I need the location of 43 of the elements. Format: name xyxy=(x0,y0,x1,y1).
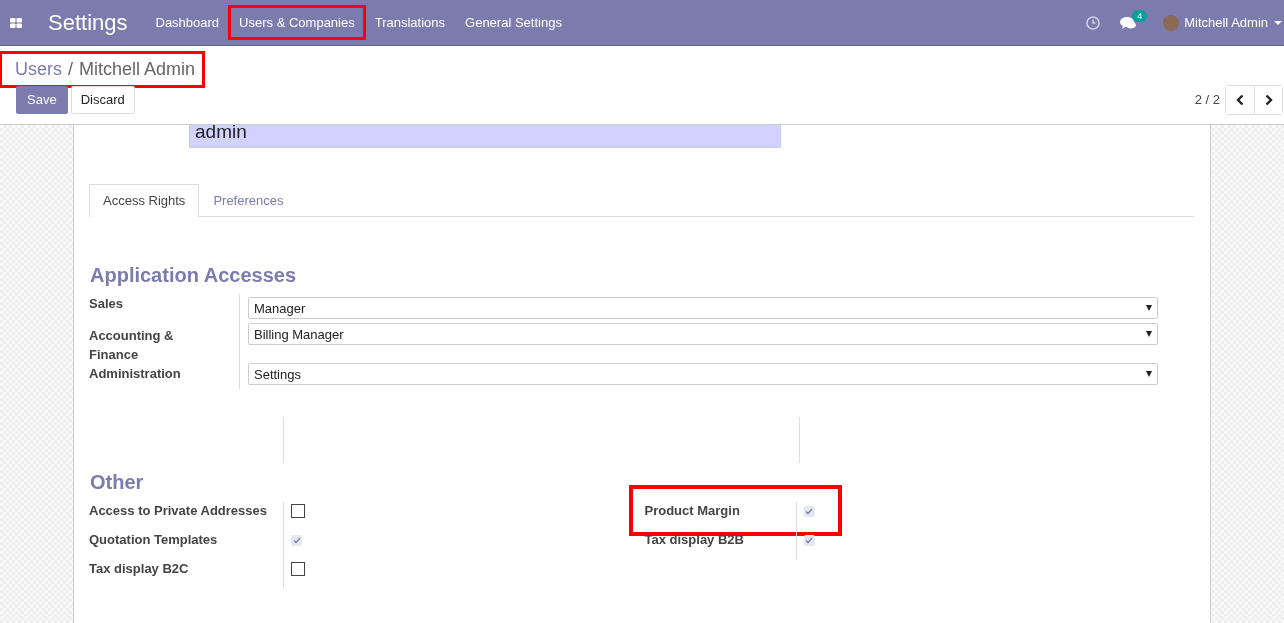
nav-menu-item[interactable]: Translations xyxy=(366,8,454,37)
dropdown-caret-icon xyxy=(1146,331,1152,337)
user-menu[interactable]: Mitchell Admin xyxy=(1184,15,1268,30)
breadcrumb-link[interactable]: Users xyxy=(15,59,62,80)
nav-menu-item[interactable]: General Settings xyxy=(457,8,570,37)
breadcrumb-current: Mitchell Admin xyxy=(79,59,196,80)
checkbox-label: Tax display B2C xyxy=(89,560,190,578)
discard-button[interactable]: Discard xyxy=(70,85,135,114)
nav-menu-item[interactable]: Users & Companies xyxy=(231,8,363,37)
dropdown-field[interactable]: Billing Manager xyxy=(248,323,1158,345)
dropdown-field[interactable]: Settings xyxy=(248,363,1158,385)
checkbox[interactable] xyxy=(291,535,302,546)
field-label: Sales xyxy=(89,295,124,313)
notification-badge: 4 xyxy=(1132,9,1148,22)
dropdown-field[interactable]: Manager xyxy=(248,297,1158,319)
checkbox-label: Product Margin xyxy=(644,502,741,520)
chat-bubbles-icon[interactable] xyxy=(1120,15,1138,30)
breadcrumb-separator: / xyxy=(68,59,74,80)
chevron-left-icon xyxy=(1236,93,1244,106)
next-button[interactable] xyxy=(1254,85,1282,114)
checkbox-label: Access to Private Addresses xyxy=(89,502,268,520)
login-field[interactable]: admin xyxy=(189,125,781,148)
checkbox-label: Quotation Templates xyxy=(89,531,219,549)
checkbox[interactable] xyxy=(291,562,305,576)
section-heading: Other xyxy=(90,471,145,494)
field-label: Accounting & Finance Administration xyxy=(89,327,182,383)
dropdown-caret-icon xyxy=(1146,371,1152,377)
app-title: Settings xyxy=(48,9,128,36)
section-heading: Application Accesses xyxy=(90,264,297,287)
pager-counter: 2 / 2 xyxy=(1194,92,1220,107)
dropdown-caret-icon xyxy=(1146,305,1152,311)
checkbox-label: Tax display B2B xyxy=(644,531,745,549)
apps-menu-icon[interactable] xyxy=(10,17,22,28)
caret-icon[interactable] xyxy=(1274,20,1282,25)
clock-icon[interactable] xyxy=(1086,15,1101,30)
checkbox[interactable] xyxy=(803,535,815,546)
tab[interactable]: Access Rights xyxy=(89,184,200,217)
checkbox[interactable] xyxy=(803,506,815,517)
tab[interactable]: Preferences xyxy=(199,184,298,216)
save-button[interactable]: Save xyxy=(16,85,68,114)
chevron-right-icon xyxy=(1264,93,1273,106)
nav-menu-item[interactable]: Dashboard xyxy=(147,8,228,37)
checkbox[interactable] xyxy=(291,504,305,518)
